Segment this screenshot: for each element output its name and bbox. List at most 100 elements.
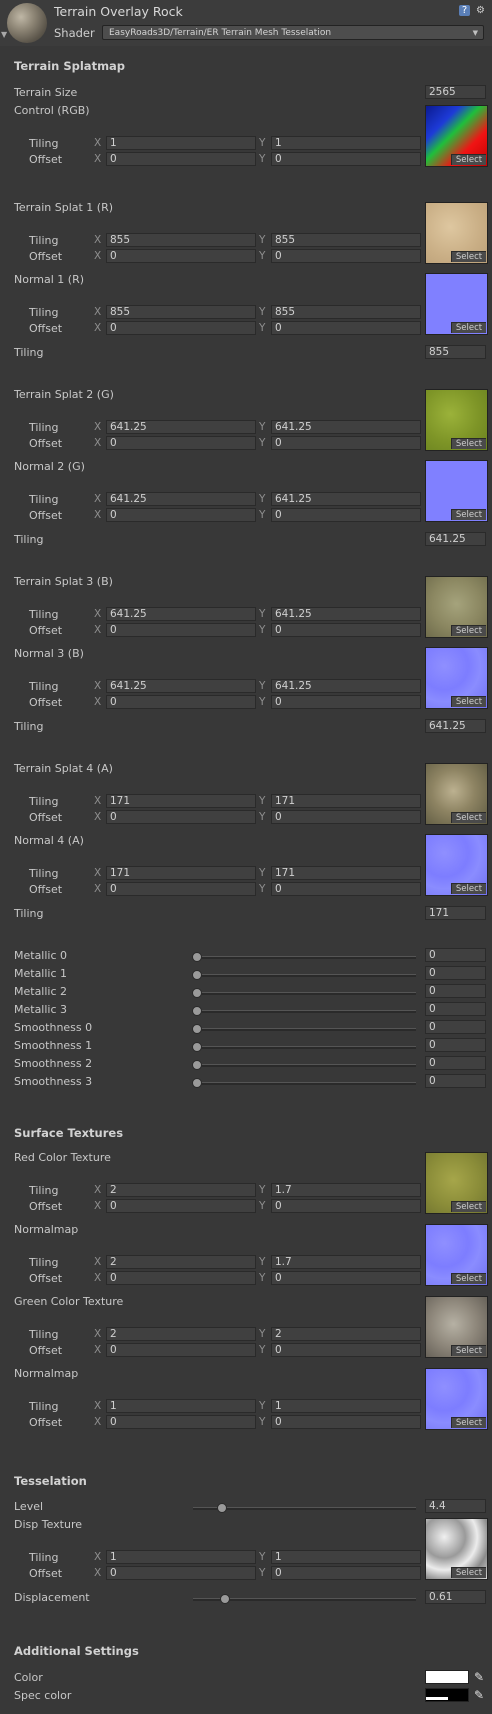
slider-value-field[interactable]: 0 — [425, 1056, 486, 1070]
gear-icon[interactable]: ⚙ — [475, 5, 486, 16]
tiling-x-field[interactable]: 1 — [106, 1399, 256, 1413]
select-button[interactable]: Select — [451, 509, 486, 520]
eyedropper-icon[interactable]: ✎ — [472, 1670, 486, 1684]
slider-value-field[interactable]: 0 — [425, 948, 486, 962]
splat-texture-slot[interactable]: Select — [425, 202, 488, 264]
splat-texture-slot[interactable]: Select — [425, 763, 488, 825]
slider-track[interactable] — [193, 1046, 416, 1049]
slider-knob[interactable] — [192, 1006, 202, 1016]
select-button[interactable]: Select — [451, 322, 486, 333]
displacement-value-field[interactable]: 0.61 — [425, 1590, 486, 1604]
offset-y-field[interactable]: 0 — [271, 1415, 421, 1429]
offset-y-field[interactable]: 0 — [271, 436, 421, 450]
level-slider-knob[interactable] — [217, 1503, 227, 1513]
slider-track[interactable] — [193, 1010, 416, 1013]
offset-x-field[interactable]: 0 — [106, 1271, 256, 1285]
help-book-icon[interactable]: ? — [459, 5, 470, 16]
slider-knob[interactable] — [192, 952, 202, 962]
tiling-y-field[interactable]: 1 — [271, 1399, 421, 1413]
tiling-y-field[interactable]: 855 — [271, 233, 421, 247]
tiling-x-field[interactable]: 171 — [106, 866, 256, 880]
select-button[interactable]: Select — [451, 625, 486, 636]
surface-texture-slot[interactable]: Select — [425, 1368, 488, 1430]
slider-value-field[interactable]: 0 — [425, 1074, 486, 1088]
tiling-value-field[interactable]: 171 — [425, 906, 486, 920]
tiling-x-field[interactable]: 641.25 — [106, 420, 256, 434]
tiling-x-field[interactable]: 2 — [106, 1183, 256, 1197]
offset-x-field[interactable]: 0 — [106, 1415, 256, 1429]
tiling-value-field[interactable]: 641.25 — [425, 532, 486, 546]
tiling-y-field[interactable]: 641.25 — [271, 492, 421, 506]
tiling-y-field[interactable]: 1 — [271, 1550, 421, 1564]
offset-y-field[interactable]: 0 — [271, 1343, 421, 1357]
offset-x-field[interactable]: 0 — [106, 810, 256, 824]
surface-texture-slot[interactable]: Select — [425, 1152, 488, 1214]
offset-y-field[interactable]: 0 — [271, 1566, 421, 1580]
tiling-y-field[interactable]: 1.7 — [271, 1183, 421, 1197]
tiling-y-field[interactable]: 171 — [271, 794, 421, 808]
tiling-y-field[interactable]: 1 — [271, 136, 421, 150]
tiling-y-field[interactable]: 855 — [271, 305, 421, 319]
splat-texture-slot[interactable]: Select — [425, 576, 488, 638]
normal-texture-slot[interactable]: Select — [425, 460, 488, 522]
select-button[interactable]: Select — [451, 438, 486, 449]
offset-x-field[interactable]: 0 — [106, 695, 256, 709]
offset-x-field[interactable]: 0 — [106, 1199, 256, 1213]
slider-knob[interactable] — [192, 970, 202, 980]
terrain-size-field[interactable]: 2565 — [425, 85, 486, 99]
tiling-y-field[interactable]: 171 — [271, 866, 421, 880]
slider-track[interactable] — [193, 1064, 416, 1067]
offset-x-field[interactable]: 0 — [106, 1343, 256, 1357]
shader-dropdown[interactable]: EasyRoads3D/Terrain/ER Terrain Mesh Tess… — [102, 25, 484, 40]
offset-y-field[interactable]: 0 — [271, 623, 421, 637]
slider-value-field[interactable]: 0 — [425, 1002, 486, 1016]
tiling-value-field[interactable]: 855 — [425, 345, 486, 359]
offset-y-field[interactable]: 0 — [271, 249, 421, 263]
select-button[interactable]: Select — [451, 883, 486, 894]
offset-x-field[interactable]: 0 — [106, 321, 256, 335]
tiling-x-field[interactable]: 855 — [106, 233, 256, 247]
select-button[interactable]: Select — [451, 1567, 486, 1578]
tiling-y-field[interactable]: 641.25 — [271, 679, 421, 693]
tiling-x-field[interactable]: 855 — [106, 305, 256, 319]
control-texture-slot[interactable]: Select — [425, 105, 488, 167]
tiling-x-field[interactable]: 1 — [106, 1550, 256, 1564]
select-button[interactable]: Select — [451, 154, 486, 165]
tiling-x-field[interactable]: 171 — [106, 794, 256, 808]
select-button[interactable]: Select — [451, 1273, 486, 1284]
offset-y-field[interactable]: 0 — [271, 508, 421, 522]
offset-x-field[interactable]: 0 — [106, 882, 256, 896]
slider-value-field[interactable]: 0 — [425, 966, 486, 980]
offset-x-field[interactable]: 0 — [106, 436, 256, 450]
normal-texture-slot[interactable]: Select — [425, 647, 488, 709]
tiling-x-field[interactable]: 2 — [106, 1327, 256, 1341]
select-button[interactable]: Select — [451, 812, 486, 823]
offset-x-field[interactable]: 0 — [106, 249, 256, 263]
tiling-y-field[interactable]: 1.7 — [271, 1255, 421, 1269]
tiling-value-field[interactable]: 641.25 — [425, 719, 486, 733]
tiling-x-field[interactable]: 641.25 — [106, 679, 256, 693]
surface-texture-slot[interactable]: Select — [425, 1224, 488, 1286]
splat-texture-slot[interactable]: Select — [425, 389, 488, 451]
offset-y-field[interactable]: 0 — [271, 882, 421, 896]
offset-y-field[interactable]: 0 — [271, 810, 421, 824]
normal-texture-slot[interactable]: Select — [425, 273, 488, 335]
foldout-arrow-icon[interactable]: ▼ — [1, 30, 7, 39]
eyedropper-icon[interactable]: ✎ — [472, 1688, 486, 1702]
offset-y-field[interactable]: 0 — [271, 1271, 421, 1285]
tiling-x-field[interactable]: 641.25 — [106, 492, 256, 506]
offset-x-field[interactable]: 0 — [106, 1566, 256, 1580]
slider-knob[interactable] — [192, 1042, 202, 1052]
select-button[interactable]: Select — [451, 696, 486, 707]
offset-x-field[interactable]: 0 — [106, 623, 256, 637]
select-button[interactable]: Select — [451, 1345, 486, 1356]
level-value-field[interactable]: 4.4 — [425, 1499, 486, 1513]
select-button[interactable]: Select — [451, 251, 486, 262]
offset-y-field[interactable]: 0 — [271, 695, 421, 709]
tiling-x-field[interactable]: 1 — [106, 136, 256, 150]
slider-track[interactable] — [193, 956, 416, 959]
slider-knob[interactable] — [192, 1024, 202, 1034]
tiling-y-field[interactable]: 641.25 — [271, 420, 421, 434]
slider-track[interactable] — [193, 974, 416, 977]
slider-knob[interactable] — [192, 988, 202, 998]
